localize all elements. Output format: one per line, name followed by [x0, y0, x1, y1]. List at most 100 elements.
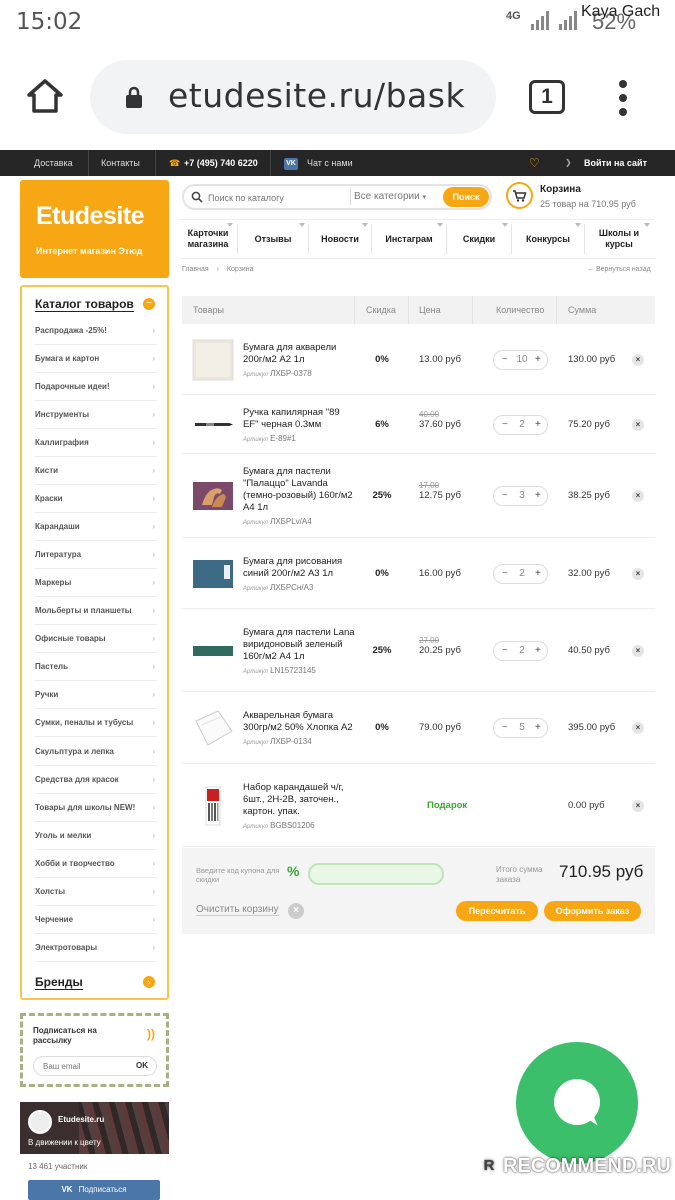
sidebar-item[interactable]: Хобби и творчество ›	[35, 850, 157, 878]
pencil-set-icon[interactable]	[192, 785, 234, 827]
vk-group-name[interactable]: Etudesite.ru	[58, 1115, 104, 1124]
minus-icon[interactable]: −	[502, 722, 508, 733]
green-paper-icon[interactable]	[192, 630, 234, 672]
expand-icon[interactable]: ›	[143, 976, 155, 988]
paper-sheet-icon[interactable]	[192, 339, 234, 381]
plus-icon[interactable]: +	[535, 722, 541, 733]
sidebar-item[interactable]: Распродажа -25%! ›	[35, 317, 157, 345]
checkout-button[interactable]: Оформить заказ	[544, 901, 641, 921]
brands-title[interactable]: Бренды	[35, 975, 83, 990]
pen-icon[interactable]	[192, 404, 234, 446]
email-input[interactable]	[43, 1060, 128, 1073]
phone-number[interactable]: +7 (495) 740 6220	[184, 150, 258, 176]
quantity-stepper[interactable]: −3 +	[493, 486, 548, 506]
sidebar-item[interactable]: Литература ›	[35, 541, 157, 569]
sidebar-item[interactable]: Карандаши ›	[35, 513, 157, 541]
quantity-value[interactable]: 5	[514, 722, 530, 733]
plus-icon[interactable]: +	[535, 490, 541, 501]
sidebar-item[interactable]: Товары для школы NEW! ›	[35, 794, 157, 822]
product-name[interactable]: Акварельная бумага 300гр/м2 50% Хлопка А…	[243, 710, 355, 734]
sidebar-item[interactable]: Подарочные идеи! ›	[35, 373, 157, 401]
sidebar-item[interactable]: Ручки ›	[35, 681, 157, 709]
quantity-value[interactable]: 2	[514, 568, 530, 579]
remove-icon[interactable]: ×	[632, 799, 644, 812]
remove-icon[interactable]: ×	[632, 418, 644, 431]
product-name[interactable]: Бумага для пастели "Палаццо" Lavanda (те…	[243, 466, 355, 514]
catalog-title[interactable]: Каталог товаров	[35, 297, 134, 312]
search-button[interactable]: Поиск	[443, 187, 489, 207]
tab-switcher-button[interactable]: 1	[529, 80, 565, 114]
sidebar-item[interactable]: Сумки, пеналы и тубусы ›	[35, 709, 157, 737]
collapse-icon[interactable]: −	[143, 298, 155, 310]
delivery-link[interactable]: Доставка	[34, 150, 73, 176]
sidebar-item[interactable]: Электротовары ›	[35, 934, 157, 962]
overflow-menu-icon[interactable]	[618, 80, 628, 116]
nav-item[interactable]: Конкурсы	[512, 220, 584, 258]
vk-subscribe-button[interactable]: VK Подписаться	[28, 1180, 160, 1200]
minus-icon[interactable]: −	[502, 354, 508, 365]
remove-icon[interactable]: ×	[632, 722, 644, 734]
clear-cart-link[interactable]: Очистить корзину	[196, 904, 279, 916]
chat-button[interactable]	[516, 1042, 638, 1164]
quantity-stepper[interactable]: −10 +	[493, 350, 548, 370]
product-name[interactable]: Бумага для пастели Lana виридоновый зеле…	[243, 627, 355, 663]
sidebar-item[interactable]: Уголь и мелки ›	[35, 822, 157, 850]
minus-icon[interactable]: −	[502, 419, 508, 430]
recalculate-button[interactable]: Пересчитать	[456, 901, 538, 921]
quantity-stepper[interactable]: −2 +	[493, 563, 548, 584]
minus-icon[interactable]: −	[502, 490, 508, 501]
search-input[interactable]	[208, 189, 348, 207]
site-logo[interactable]: Etudesite Интернет магазин Этюд	[20, 180, 169, 278]
horse-print-icon[interactable]	[192, 475, 234, 517]
minus-icon[interactable]: −	[502, 568, 508, 579]
nav-item[interactable]: Скидки	[447, 220, 511, 258]
sidebar-item[interactable]: Средства для красок ›	[35, 766, 157, 794]
category-select[interactable]: Все категории ▾	[354, 191, 426, 202]
nav-item[interactable]: Карточки магазина	[180, 220, 236, 258]
quantity-value[interactable]: 2	[514, 645, 530, 656]
white-paper-icon[interactable]	[192, 707, 234, 749]
quantity-value[interactable]: 2	[514, 419, 530, 430]
sidebar-item[interactable]: Бумага и картон ›	[35, 345, 157, 373]
quantity-value[interactable]: 3	[514, 490, 530, 501]
minus-icon[interactable]: −	[502, 645, 508, 656]
sidebar-item[interactable]: Мольберты и планшеты ›	[35, 597, 157, 625]
quantity-stepper[interactable]: −2 +	[493, 640, 548, 661]
product-name[interactable]: Бумага для акварели 200г/м2 А2 1л	[243, 342, 355, 366]
subscribe-ok-button[interactable]: OK	[136, 1061, 148, 1070]
sidebar-item[interactable]: Черчение ›	[35, 906, 157, 934]
sidebar-item[interactable]: Холсты ›	[35, 878, 157, 906]
sidebar-item[interactable]: Кисти ›	[35, 457, 157, 485]
home-icon[interactable]	[26, 78, 64, 114]
plus-icon[interactable]: +	[535, 568, 541, 579]
login-link[interactable]: Войти на сайт	[584, 150, 647, 176]
sidebar-item[interactable]: Пастель ›	[35, 653, 157, 681]
plus-icon[interactable]: +	[535, 419, 541, 430]
remove-icon[interactable]: ×	[632, 644, 644, 657]
sidebar-item[interactable]: Офисные товары ›	[35, 625, 157, 653]
product-name[interactable]: Ручка капилярная "89 EF" черная 0.3мм	[243, 407, 355, 431]
heart-icon[interactable]: ♡	[529, 150, 540, 176]
breadcrumb-home[interactable]: Главная	[182, 266, 209, 273]
sidebar-item[interactable]: Скульптура и лепка ›	[35, 738, 157, 766]
contacts-link[interactable]: Контакты	[101, 150, 140, 176]
remove-icon[interactable]: ×	[632, 490, 644, 502]
coupon-input[interactable]	[308, 863, 444, 885]
quantity-value[interactable]: 10	[514, 354, 530, 365]
sidebar-item[interactable]: Маркеры ›	[35, 569, 157, 597]
quantity-stepper[interactable]: −2 +	[493, 414, 548, 435]
nav-item[interactable]: Школы и курсы	[585, 220, 653, 258]
product-name[interactable]: Бумага для рисования синий 200г/м2 А3 1л	[243, 556, 355, 580]
address-bar[interactable]: etudesite.ru/bask	[90, 60, 496, 134]
url-text[interactable]: etudesite.ru/bask	[168, 76, 482, 115]
clear-cart-icon[interactable]: ×	[288, 903, 304, 919]
product-name[interactable]: Набор карандашей ч/г, 6шт., 2Н-2В, заточ…	[243, 782, 355, 818]
nav-item[interactable]: Отзывы	[238, 220, 308, 258]
nav-item[interactable]: Инстаграм	[372, 220, 446, 258]
sidebar-item[interactable]: Краски ›	[35, 485, 157, 513]
back-link[interactable]: ← Вернуться назад	[587, 266, 651, 273]
sidebar-item[interactable]: Каллиграфия ›	[35, 429, 157, 457]
plus-icon[interactable]: +	[535, 354, 541, 365]
plus-icon[interactable]: +	[535, 645, 541, 656]
chat-link[interactable]: Чат с нами	[307, 150, 353, 176]
